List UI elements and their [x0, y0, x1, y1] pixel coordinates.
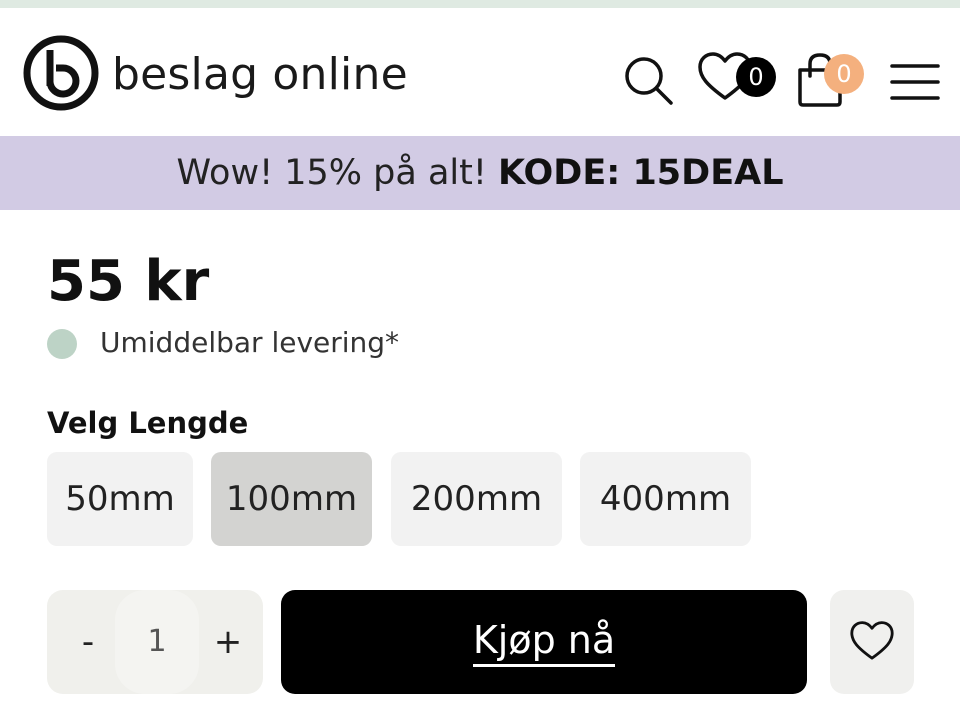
promo-banner[interactable]: Wow! 15% på alt! KODE: 15DEAL [0, 136, 960, 210]
buy-now-button[interactable]: Kjøp nå [281, 590, 807, 694]
search-icon[interactable] [620, 52, 676, 108]
length-option-200mm[interactable]: 200mm [391, 452, 562, 546]
top-strip [0, 0, 960, 8]
length-option-100mm[interactable]: 100mm [211, 452, 372, 546]
cart-count-badge: 0 [824, 54, 864, 94]
site-header: beslag online 0 0 [0, 8, 960, 136]
brand-name[interactable]: beslag online [112, 48, 408, 102]
heart-icon [850, 621, 894, 660]
wishlist-count-badge: 0 [736, 57, 776, 97]
buy-now-label: Kjøp nå [472, 618, 616, 667]
option-label: Velg Lengde [47, 406, 249, 440]
menu-icon[interactable] [890, 62, 940, 102]
promo-text: Wow! 15% på alt! [176, 153, 498, 193]
length-option-400mm[interactable]: 400mm [580, 452, 751, 546]
quantity-stepper: - 1 + [47, 590, 263, 694]
quantity-decrease-button[interactable]: - [63, 590, 113, 694]
product-price: 55 kr [47, 249, 210, 314]
delivery-status: Umiddelbar levering* [100, 326, 400, 359]
quantity-input[interactable]: 1 [115, 590, 199, 694]
promo-code: KODE: 15DEAL [498, 153, 784, 193]
quantity-increase-button[interactable]: + [203, 590, 253, 694]
add-to-wishlist-button[interactable] [830, 590, 914, 694]
logo-icon[interactable] [22, 34, 100, 112]
length-option-50mm[interactable]: 50mm [47, 452, 193, 546]
stock-status-dot [47, 329, 77, 359]
